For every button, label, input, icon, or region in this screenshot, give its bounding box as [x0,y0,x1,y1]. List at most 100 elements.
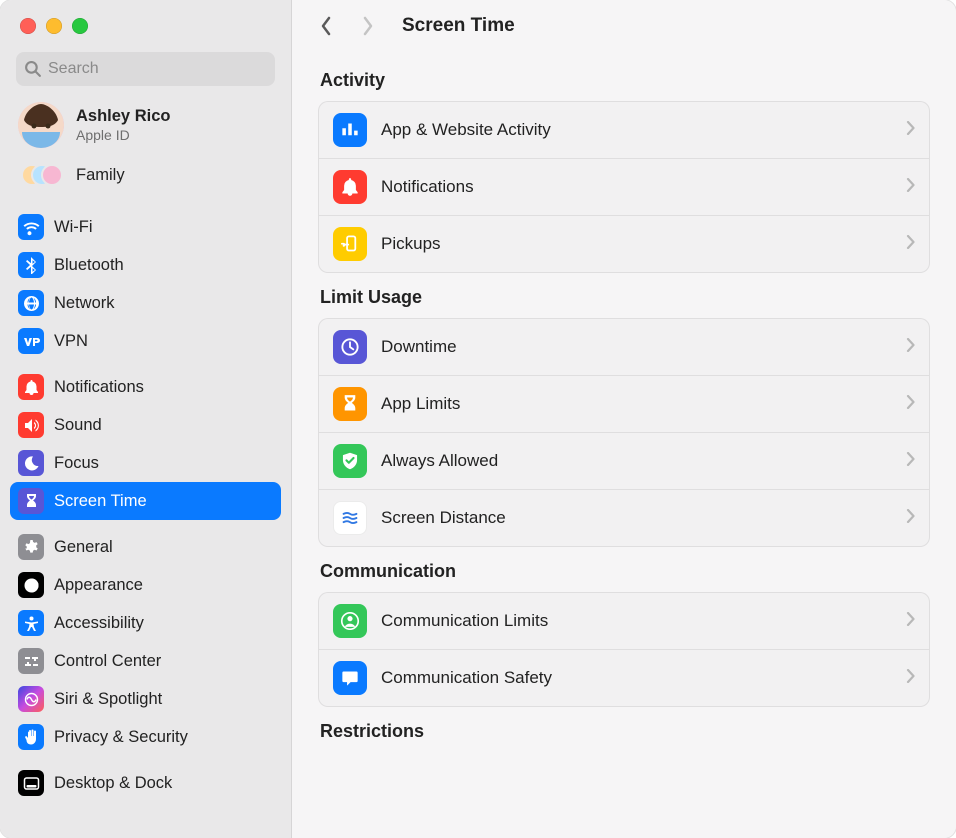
section-title-limit-usage: Limit Usage [320,287,928,308]
chevron-right-icon [906,509,915,528]
sidebar-item-vpn[interactable]: VPN [10,322,281,360]
privacy-icon [18,724,44,750]
row-label: Pickups [381,234,892,254]
sidebar-item-accessibility[interactable]: Accessibility [10,604,281,642]
bluetooth-icon [18,252,44,278]
window-controls [0,0,291,52]
sidebar-item-sound[interactable]: Sound [10,406,281,444]
sidebar-item-label: Control Center [54,652,161,671]
sound-icon [18,412,44,438]
sidebar: Ashley Rico Apple ID Family Wi-Fi Bluetoo… [0,0,292,838]
row-commlimits[interactable]: Communication Limits [319,593,929,649]
row-label: App Limits [381,394,892,414]
page-title: Screen Time [402,15,515,37]
pickups-icon [333,227,367,261]
row-distance[interactable]: Screen Distance [319,489,929,546]
search-input[interactable] [48,60,267,78]
back-button[interactable] [312,12,340,40]
general-icon [18,534,44,560]
sidebar-item-general[interactable]: General [10,528,281,566]
settings-window: Ashley Rico Apple ID Family Wi-Fi Bluetoo… [0,0,956,838]
sidebar-item-screentime[interactable]: Screen Time [10,482,281,520]
section-title-communication: Communication [320,561,928,582]
sidebar-item-label: Wi-Fi [54,218,92,237]
section-card: Downtime App Limits Always Allowed Screen D… [318,318,930,547]
fullscreen-window-button[interactable] [72,18,88,34]
sidebar-item-label: Desktop & Dock [54,774,172,793]
sidebar-item-label: Notifications [54,378,144,397]
row-pickups[interactable]: Pickups [319,215,929,272]
sidebar-item-label: Sound [54,416,102,435]
sidebar-item-label: VPN [54,332,88,351]
sidebar-item-appearance[interactable]: Appearance [10,566,281,604]
main-header: Screen Time [292,0,956,52]
sidebar-item-label: Accessibility [54,614,144,633]
close-window-button[interactable] [20,18,36,34]
chevron-right-icon [906,612,915,631]
sidebar-item-label: Focus [54,454,99,473]
distance-icon [333,501,367,535]
app-activity-icon [333,113,367,147]
accessibility-icon [18,610,44,636]
wifi-icon [18,214,44,240]
focus-icon [18,450,44,476]
row-label: App & Website Activity [381,120,892,140]
section-card: App & Website Activity Notifications Picku… [318,101,930,273]
section-title-activity: Activity [320,70,928,91]
chevron-right-icon [906,338,915,357]
sidebar-item-label: Privacy & Security [54,728,188,747]
sidebar-item-label: Appearance [54,576,143,595]
main-panel: Screen Time Activity App & Website Activi… [292,0,956,838]
commsafety-icon [333,661,367,695]
appearance-icon [18,572,44,598]
forward-button[interactable] [354,12,382,40]
row-app-activity[interactable]: App & Website Activity [319,102,929,158]
chevron-right-icon [906,235,915,254]
sidebar-item-network[interactable]: Network [10,284,281,322]
chevron-right-icon [906,452,915,471]
vpn-icon [18,328,44,354]
row-label: Screen Distance [381,508,892,528]
siri-icon [18,686,44,712]
controlcenter-icon [18,648,44,674]
sidebar-item-label: Screen Time [54,492,147,511]
sidebar-item-label: General [54,538,113,557]
sidebar-item-privacy[interactable]: Privacy & Security [10,718,281,756]
avatar [18,102,64,148]
content-area: Activity App & Website Activity Notificati… [292,52,956,838]
row-always[interactable]: Always Allowed [319,432,929,489]
sidebar-family[interactable]: Family [10,154,281,200]
family-label: Family [76,166,125,185]
sidebar-item-bluetooth[interactable]: Bluetooth [10,246,281,284]
minimize-window-button[interactable] [46,18,62,34]
profile-name: Ashley Rico [76,107,170,126]
sidebar-item-desktop[interactable]: Desktop & Dock [10,764,281,802]
chevron-right-icon [906,395,915,414]
sidebar-item-wifi[interactable]: Wi-Fi [10,208,281,246]
notifications-icon [333,170,367,204]
row-label: Communication Safety [381,668,892,688]
search-field[interactable] [16,52,275,86]
chevron-right-icon [906,669,915,688]
sidebar-item-label: Bluetooth [54,256,124,275]
section-title-restrictions: Restrictions [320,721,928,742]
row-notifications[interactable]: Notifications [319,158,929,215]
chevron-right-icon [906,121,915,140]
sidebar-apple-id[interactable]: Ashley Rico Apple ID [10,96,281,154]
row-label: Downtime [381,337,892,357]
row-applimits[interactable]: App Limits [319,375,929,432]
row-label: Communication Limits [381,611,892,631]
chevron-right-icon [906,178,915,197]
family-icon [18,160,64,190]
sidebar-item-focus[interactable]: Focus [10,444,281,482]
sidebar-item-notifications[interactable]: Notifications [10,368,281,406]
row-commsafety[interactable]: Communication Safety [319,649,929,706]
applimits-icon [333,387,367,421]
section-card: Communication Limits Communication Safety [318,592,930,707]
sidebar-item-siri[interactable]: Siri & Spotlight [10,680,281,718]
screentime-icon [18,488,44,514]
sidebar-item-controlcenter[interactable]: Control Center [10,642,281,680]
row-downtime[interactable]: Downtime [319,319,929,375]
downtime-icon [333,330,367,364]
profile-subtitle: Apple ID [76,127,170,143]
